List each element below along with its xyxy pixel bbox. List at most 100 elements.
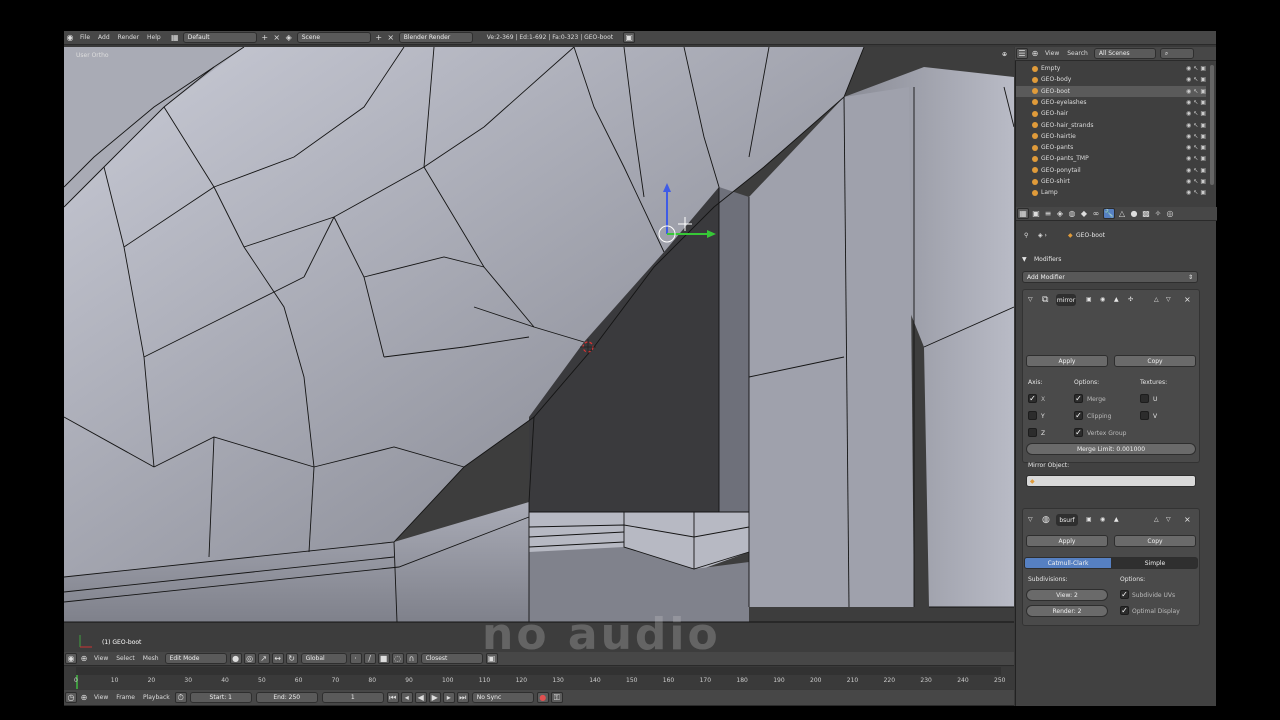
manipulator-icon[interactable]: ↗ (257, 653, 270, 664)
play-reverse-icon[interactable]: ◀ (414, 692, 427, 703)
vertex-select-icon[interactable]: · (349, 653, 362, 664)
eye-icon[interactable]: ◉ (1186, 167, 1191, 174)
render-camera-icon[interactable]: ▣ (1200, 189, 1206, 196)
eye-icon[interactable]: ◉ (1186, 133, 1191, 140)
physics-tab-icon[interactable]: ◎ (1164, 208, 1176, 219)
outliner-scrollbar[interactable] (1210, 65, 1214, 185)
record-icon[interactable]: ● (536, 692, 549, 703)
render-camera-icon[interactable]: ▣ (1200, 144, 1206, 151)
keying-icon[interactable]: ⚿ (550, 692, 563, 703)
subsurf-move-up-icon[interactable]: △ (1154, 516, 1159, 523)
eye-icon[interactable]: ◉ (1186, 144, 1191, 151)
mirror-move-down-icon[interactable]: ▽ (1166, 296, 1171, 303)
outliner-item[interactable]: GEO-shirt ◉ ↖ ▣ (1016, 176, 1206, 187)
current-frame-field[interactable]: 1 (321, 692, 384, 703)
jump-end-icon[interactable]: ⏭ (456, 692, 469, 703)
vertex-group-checkbox[interactable]: ✓ (1074, 428, 1083, 437)
cursor-select-icon[interactable]: ↖ (1193, 76, 1198, 83)
cursor-select-icon[interactable]: ↖ (1193, 122, 1198, 129)
subsurf-editmode-toggle-icon[interactable]: ▲ (1114, 516, 1119, 523)
prev-key-icon[interactable]: ◂ (400, 692, 413, 703)
cursor-select-icon[interactable]: ↖ (1193, 189, 1198, 196)
particles-tab-icon[interactable]: ✧ (1152, 208, 1164, 219)
visibility-toggles[interactable]: ◉ ↖ ▣ (1186, 76, 1206, 83)
editor-type-icon[interactable]: ◉ (65, 653, 77, 664)
axis-y-checkbox[interactable] (1028, 411, 1037, 420)
axis-z-checkbox[interactable] (1028, 428, 1037, 437)
render-camera-icon[interactable]: ▣ (1200, 155, 1206, 162)
camera-icon[interactable]: ▣ (623, 32, 636, 43)
outliner-item[interactable]: GEO-ponytail ◉ ↖ ▣ (1016, 165, 1206, 176)
merge-checkbox[interactable]: ✓ (1074, 394, 1083, 403)
data-tab-icon[interactable]: △ (1116, 208, 1128, 219)
pin-icon[interactable]: ⚲ (1024, 232, 1028, 239)
mode-select[interactable]: Edit Mode (164, 653, 227, 664)
cursor-select-icon[interactable]: ↖ (1193, 178, 1198, 185)
close-scene-icon[interactable]: × (385, 32, 397, 43)
3d-viewport[interactable]: User Ortho (1) GEO-boot ⊕ (64, 47, 1014, 652)
subsurf-collapse-icon[interactable]: ▽ (1028, 516, 1033, 523)
visibility-toggles[interactable]: ◉ ↖ ▣ (1186, 167, 1206, 174)
menu-help[interactable]: Help (143, 34, 165, 41)
layers-tab-icon[interactable]: ≡ (1042, 208, 1054, 219)
clipping-checkbox[interactable]: ✓ (1074, 411, 1083, 420)
pivot-icon[interactable]: ◎ (243, 653, 256, 664)
eye-icon[interactable]: ◉ (1186, 189, 1191, 196)
eye-icon[interactable]: ◉ (1186, 178, 1191, 185)
menu-file[interactable]: File (76, 34, 94, 41)
face-select-icon[interactable]: ■ (377, 653, 390, 664)
mirror-copy-button[interactable]: Copy (1114, 355, 1196, 367)
play-icon[interactable]: ▶ (428, 692, 441, 703)
preview-range-icon[interactable]: ⏱ (174, 692, 187, 703)
outliner-editor-icon[interactable]: ☰ (1016, 48, 1028, 59)
optimal-display-checkbox[interactable]: ✓ (1120, 606, 1129, 615)
edge-select-icon[interactable]: / (363, 653, 376, 664)
orientation-select[interactable]: Global (300, 653, 347, 664)
material-tab-icon[interactable]: ● (1128, 208, 1140, 219)
subsurf-view-toggle-icon[interactable]: ◉ (1100, 516, 1105, 523)
simple-toggle[interactable]: Simple (1112, 557, 1198, 569)
scene-tab-icon[interactable]: ◈ (1054, 208, 1066, 219)
sync-select[interactable]: No Sync (471, 692, 534, 703)
visibility-toggles[interactable]: ◉ ↖ ▣ (1186, 144, 1206, 151)
eye-icon[interactable]: ◉ (1186, 76, 1191, 83)
mirror-render-toggle-icon[interactable]: ▣ (1086, 296, 1092, 303)
outliner-item[interactable]: GEO-body ◉ ↖ ▣ (1016, 74, 1206, 85)
visibility-toggles[interactable]: ◉ ↖ ▣ (1186, 178, 1206, 185)
render-camera-icon[interactable]: ▣ (1200, 76, 1206, 83)
subsurf-copy-button[interactable]: Copy (1114, 535, 1196, 547)
cursor-select-icon[interactable]: ↖ (1193, 65, 1198, 72)
snap-magnet-icon[interactable]: ∩ (405, 653, 418, 664)
add-layout-icon[interactable]: + (259, 32, 271, 43)
outliner-item[interactable]: GEO-hairtie ◉ ↖ ▣ (1016, 131, 1206, 142)
menu-render[interactable]: Render (114, 34, 143, 41)
cursor-select-icon[interactable]: ↖ (1193, 144, 1198, 151)
mirror-view-toggle-icon[interactable]: ◉ (1100, 296, 1105, 303)
menu-frame[interactable]: Frame (112, 694, 139, 701)
jump-start-icon[interactable]: ⏮ (386, 692, 399, 703)
rotate-icon[interactable]: ↻ (285, 653, 298, 664)
visibility-toggles[interactable]: ◉ ↖ ▣ (1186, 133, 1206, 140)
scene-icon[interactable]: ◈ (283, 32, 295, 43)
add-scene-icon[interactable]: + (373, 32, 385, 43)
cursor-select-icon[interactable]: ↖ (1193, 155, 1198, 162)
texture-u-checkbox[interactable] (1140, 394, 1149, 403)
cursor-select-icon[interactable]: ↖ (1193, 88, 1198, 95)
properties-editor-icon[interactable]: ▦ (1017, 208, 1029, 219)
outliner-item[interactable]: GEO-hair ◉ ↖ ▣ (1016, 108, 1206, 119)
eye-icon[interactable]: ◉ (1186, 99, 1191, 106)
cursor-select-icon[interactable]: ↖ (1193, 99, 1198, 106)
render-camera-icon[interactable]: ▣ (1200, 65, 1206, 72)
render-preview-icon[interactable]: ▣ (485, 653, 498, 664)
mesh-wireframe[interactable] (64, 47, 1014, 652)
menu-outliner-search[interactable]: Search (1063, 50, 1092, 57)
mirror-editmode-toggle-icon[interactable]: ▲ (1114, 296, 1119, 303)
mirror-remove-icon[interactable]: × (1184, 295, 1191, 304)
mirror-collapse-icon[interactable]: ▽ (1028, 296, 1033, 303)
mirror-name-field[interactable]: mirror (1056, 294, 1076, 306)
eye-icon[interactable]: ◉ (1186, 110, 1191, 117)
menu-playback[interactable]: Playback (139, 694, 174, 701)
render-tab-icon[interactable]: ▣ (1030, 208, 1042, 219)
eye-icon[interactable]: ◉ (1186, 122, 1191, 129)
catmull-clark-toggle[interactable]: Catmull-Clark (1024, 557, 1112, 569)
